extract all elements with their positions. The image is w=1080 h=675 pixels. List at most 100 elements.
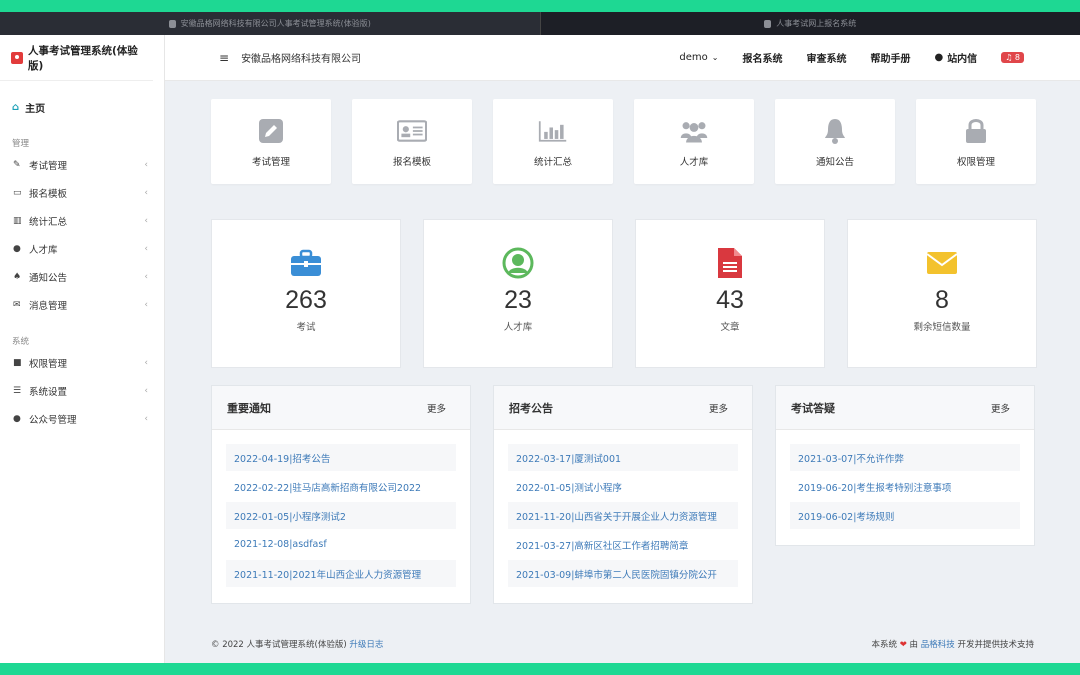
- bell-icon: ♠: [13, 272, 22, 282]
- sidebar-item-settings[interactable]: ☰ 系统设置 ‹: [0, 377, 164, 405]
- sidebar-item-home[interactable]: ⌂ 主页: [0, 93, 164, 121]
- quick-link-talent[interactable]: 人才库: [634, 99, 754, 184]
- favicon-icon: [168, 19, 176, 28]
- stat-value: 23: [504, 286, 532, 314]
- sidebar-item-label: 消息管理: [29, 301, 68, 312]
- bottom-border: [0, 663, 1080, 675]
- logo-icon: [11, 51, 23, 64]
- notification-count: 8: [1014, 53, 1020, 62]
- home-icon: ⌂: [12, 101, 20, 113]
- more-link[interactable]: 更多: [991, 401, 1010, 415]
- chevron-left-icon: ‹: [144, 244, 148, 254]
- bell-icon: [820, 116, 850, 146]
- nav-inbox[interactable]: ● 站内信: [934, 50, 977, 65]
- sidebar-item-label: 通知公告: [29, 273, 68, 284]
- chevron-down-icon: ⌄: [711, 53, 719, 62]
- user-menu[interactable]: demo ⌄: [679, 52, 718, 63]
- panel-title: 重要通知: [227, 401, 271, 415]
- list-item[interactable]: 2021-11-20|2021年山西企业人力资源管理: [226, 560, 456, 587]
- stat-card-exams[interactable]: 263 考试: [211, 219, 401, 368]
- sidebar-item-template[interactable]: ▭ 报名模板 ‹: [0, 179, 164, 207]
- company-link[interactable]: 品格科技: [921, 640, 955, 650]
- more-link[interactable]: 更多: [709, 401, 728, 415]
- stat-card-sms[interactable]: 8 剩余短信数量: [847, 219, 1037, 368]
- list-item[interactable]: 2021-03-27|高新区社区工作者招聘简章: [508, 531, 738, 558]
- sidebar-section-title: 系统: [12, 337, 30, 347]
- stat-card-articles[interactable]: 43 文章: [635, 219, 825, 368]
- nav-review-system[interactable]: 审查系统: [806, 50, 846, 65]
- footer-right: 本系统 ❤ 由 品格科技 开发并提供技术支持: [872, 638, 1035, 650]
- panel-title: 考试答疑: [791, 401, 835, 415]
- id-card-icon: ▭: [13, 188, 22, 198]
- stat-label: 考试: [296, 322, 316, 333]
- panel-header: 重要通知 更多: [212, 386, 470, 430]
- list-item[interactable]: 2022-04-19|招考公告: [226, 444, 456, 471]
- stat-value: 43: [716, 286, 744, 314]
- list-item[interactable]: 2022-01-05|小程序测试2: [226, 502, 456, 529]
- envelope-icon: [925, 246, 959, 280]
- user-circle-icon: [501, 246, 535, 280]
- app-window: 人事考试管理系统(体验版) ⌂ 主页 管理 ✎ 考试管理 ‹ ▭ 报名模板 ‹ ▥ 统计汇总…: [0, 35, 1080, 663]
- sidebar-item-message[interactable]: ✉ 消息管理 ‹: [0, 291, 164, 319]
- quick-link-label: 考试管理: [251, 156, 290, 168]
- sidebar-item-notice[interactable]: ♠ 通知公告 ‹: [0, 263, 164, 291]
- menu-toggle-icon[interactable]: ≡: [219, 51, 229, 65]
- nav-signup-system[interactable]: 报名系统: [742, 50, 782, 65]
- copyright: © 2022: [211, 640, 247, 650]
- stat-card-talent[interactable]: 23 人才库: [423, 219, 613, 368]
- sidebar-item-permission[interactable]: ■ 权限管理 ‹: [0, 349, 164, 377]
- sidebar-item-label: 公众号管理: [29, 415, 77, 426]
- list-item[interactable]: 2019-06-20|考生报考特别注意事项: [790, 473, 1020, 500]
- tab-title: 安徽品格网络科技有限公司人事考试管理系统(体验版): [180, 19, 371, 28]
- briefcase-icon: [289, 246, 323, 280]
- panel-header: 招考公告 更多: [494, 386, 752, 430]
- sidebar-item-label: 权限管理: [29, 359, 68, 370]
- chevron-left-icon: ‹: [144, 386, 148, 396]
- sidebar-item-stats[interactable]: ▥ 统计汇总 ‹: [0, 207, 164, 235]
- panel-body: 2022-03-17|厦测试001 2022-01-05|测试小程序 2021-…: [494, 430, 752, 603]
- bell-icon: ♫: [1005, 53, 1013, 62]
- quick-link-label: 报名模板: [392, 156, 431, 168]
- quick-link-template[interactable]: 报名模板: [352, 99, 472, 184]
- list-item[interactable]: 2022-02-22|驻马店高新招商有限公司2022: [226, 473, 456, 500]
- users-icon: [679, 116, 709, 146]
- panel-header: 考试答疑 更多: [776, 386, 1034, 430]
- notification-badge[interactable]: ♫ 8: [1001, 52, 1024, 63]
- stat-value: 263: [285, 286, 327, 314]
- sidebar-item-label: 考试管理: [29, 161, 68, 172]
- list-item[interactable]: 2022-03-17|厦测试001: [508, 444, 738, 471]
- changelog-link[interactable]: 升级日志: [349, 640, 383, 650]
- lock-icon: [961, 116, 991, 146]
- chevron-left-icon: ‹: [144, 414, 148, 424]
- sidebar-item-label: 主页: [25, 103, 46, 115]
- list-item[interactable]: 2021-03-07|不允许作弊: [790, 444, 1020, 471]
- quick-link-notice[interactable]: 通知公告: [775, 99, 895, 184]
- list-item[interactable]: 2022-01-05|测试小程序: [508, 473, 738, 500]
- sidebar-item-talent[interactable]: ● 人才库 ‹: [0, 235, 164, 263]
- list-item[interactable]: 2021-03-09|蚌埠市第二人民医院固镇分院公开: [508, 560, 738, 587]
- top-header: ≡ 安徽品格网络科技有限公司 demo ⌄ 报名系统 审查系统 帮助手册 ● 站内信…: [165, 35, 1080, 81]
- id-card-icon: [397, 116, 427, 146]
- heart-icon: ❤: [899, 640, 907, 650]
- top-nav: demo ⌄ 报名系统 审查系统 帮助手册 ● 站内信 ♫ 8: [655, 50, 1024, 65]
- quick-link-stats[interactable]: 统计汇总: [493, 99, 613, 184]
- file-icon: [713, 246, 747, 280]
- list-item[interactable]: 2021-12-08|asdfasf: [226, 531, 456, 558]
- sliders-icon: ☰: [13, 386, 22, 396]
- chevron-left-icon: ‹: [144, 160, 148, 170]
- list-item[interactable]: 2019-06-02|考场规则: [790, 502, 1020, 529]
- lock-icon: ■: [13, 358, 22, 368]
- list-item[interactable]: 2021-11-20|山西省关于开展企业人力资源管理: [508, 502, 738, 529]
- stat-value: 8: [935, 286, 949, 314]
- browser-tab[interactable]: 人事考试网上报名系统: [541, 12, 1080, 35]
- quick-link-permission[interactable]: 权限管理: [916, 99, 1036, 184]
- quick-link-exam[interactable]: 考试管理: [211, 99, 331, 184]
- edit-icon: ✎: [13, 160, 21, 170]
- more-link[interactable]: 更多: [427, 401, 446, 415]
- sidebar-item-wechat[interactable]: ● 公众号管理 ‹: [0, 405, 164, 433]
- browser-tab[interactable]: 安徽品格网络科技有限公司人事考试管理系统(体验版): [0, 12, 541, 35]
- sidebar-item-exam[interactable]: ✎ 考试管理 ‹: [0, 151, 164, 179]
- nav-help-manual[interactable]: 帮助手册: [870, 50, 910, 65]
- brand[interactable]: 人事考试管理系统(体验版): [0, 35, 153, 81]
- panel-title: 招考公告: [509, 401, 553, 415]
